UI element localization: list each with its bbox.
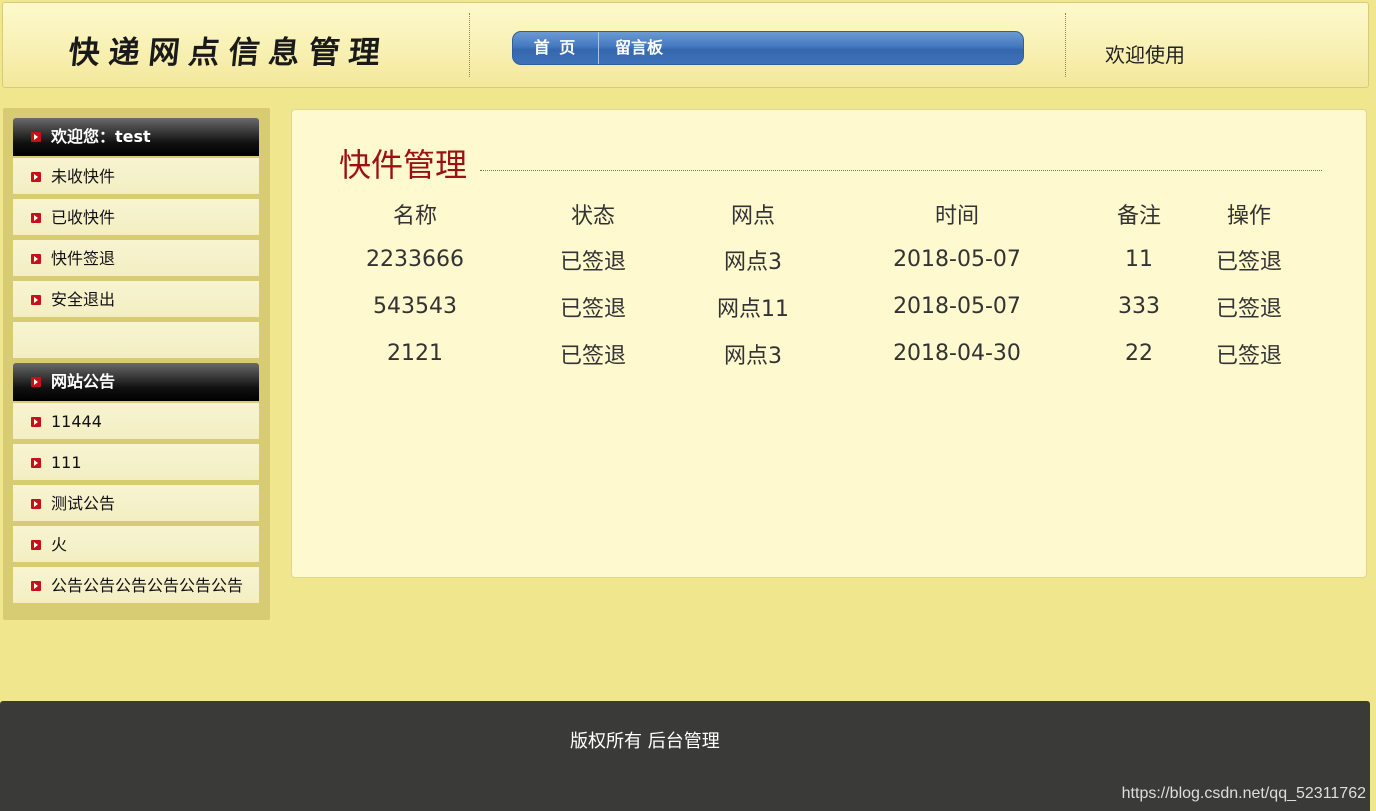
notice-item-label: 公告公告公告公告公告公告 xyxy=(51,576,244,595)
sidebar-spacer xyxy=(13,322,259,360)
arrow-bullet-icon xyxy=(31,499,41,509)
site-footer: 版权所有 后台管理 https://blog.csdn.net/qq_52311… xyxy=(0,701,1370,811)
notice-heading: 网站公告 xyxy=(13,363,259,401)
column-header-point: 网点 xyxy=(730,204,775,229)
cell-status: 已签退 xyxy=(559,296,626,322)
cell-name: 2233666 xyxy=(366,247,464,272)
table-row: 543543 已签退 网点11 2018-05-07 333 已签退 xyxy=(340,283,1324,330)
welcome-text: 欢迎使用 xyxy=(1105,43,1185,67)
cell-point: 网点3 xyxy=(724,343,782,369)
user-welcome-heading: 欢迎您：test xyxy=(13,118,259,156)
table-header-row: 名称 状态 网点 时间 备注 操作 xyxy=(340,192,1324,236)
column-header-note: 备注 xyxy=(1116,204,1161,229)
notice-item-label: 111 xyxy=(51,453,82,472)
user-welcome-label: 欢迎您：test xyxy=(51,127,151,146)
column-header-time: 时间 xyxy=(934,204,979,229)
arrow-bullet-icon xyxy=(31,213,41,223)
cell-status: 已签退 xyxy=(559,249,626,275)
arrow-bullet-icon xyxy=(31,377,41,387)
watermark-text: https://blog.csdn.net/qq_52311762 xyxy=(1121,785,1366,802)
sidebar-item-label: 快件签退 xyxy=(51,249,116,268)
cell-note: 11 xyxy=(1125,247,1153,272)
cell-action[interactable]: 已签退 xyxy=(1174,330,1324,377)
notice-item[interactable]: 火 xyxy=(13,526,259,564)
table-row: 2233666 已签退 网点3 2018-05-07 11 已签退 xyxy=(340,236,1324,283)
sidebar-item-label: 未收快件 xyxy=(51,167,116,186)
arrow-bullet-icon xyxy=(31,172,41,182)
site-header: 快递网点信息管理 首 页 留言板 欢迎使用 xyxy=(2,2,1369,88)
arrow-bullet-icon xyxy=(31,417,41,427)
cell-status: 已签退 xyxy=(559,343,626,369)
cell-note: 333 xyxy=(1118,294,1160,319)
copyright-text: 版权所有 后台管理 xyxy=(570,731,720,752)
arrow-bullet-icon xyxy=(31,132,41,142)
top-nav-bar: 首 页 留言板 xyxy=(512,31,1024,65)
cell-time: 2018-05-07 xyxy=(893,247,1021,272)
notice-item-label: 火 xyxy=(51,535,68,554)
cell-action[interactable]: 已签退 xyxy=(1174,236,1324,283)
cell-name: 543543 xyxy=(373,294,457,319)
column-header-action: 操作 xyxy=(1226,204,1271,229)
sidebar-item-signout-package[interactable]: 快件签退 xyxy=(13,240,259,278)
cell-time: 2018-05-07 xyxy=(893,294,1021,319)
main-panel: 快件管理 名称 状态 网点 时间 备注 操作 2233666 已签退 网点3 2… xyxy=(291,109,1367,578)
arrow-bullet-icon xyxy=(31,254,41,264)
table-row: 2121 已签退 网点3 2018-04-30 22 已签退 xyxy=(340,330,1324,377)
notice-item-label: 测试公告 xyxy=(51,494,116,513)
site-title: 快递网点信息管理 xyxy=(66,35,391,71)
cell-action[interactable]: 已签退 xyxy=(1174,283,1324,330)
notice-item[interactable]: 11444 xyxy=(13,403,259,441)
notice-item[interactable]: 测试公告 xyxy=(13,485,259,523)
notice-item-label: 11444 xyxy=(51,412,102,431)
title-divider xyxy=(480,170,1322,171)
arrow-bullet-icon xyxy=(31,581,41,591)
cell-point: 网点11 xyxy=(717,296,789,322)
arrow-bullet-icon xyxy=(31,295,41,305)
column-header-status: 状态 xyxy=(570,204,615,229)
notice-item[interactable]: 111 xyxy=(13,444,259,482)
sidebar-item-label: 安全退出 xyxy=(51,290,116,309)
page-title: 快件管理 xyxy=(339,146,468,184)
notice-item[interactable]: 公告公告公告公告公告公告 xyxy=(13,567,259,605)
nav-home-link[interactable]: 首 页 xyxy=(513,32,599,64)
arrow-bullet-icon xyxy=(31,540,41,550)
column-header-name: 名称 xyxy=(392,204,437,229)
header-divider xyxy=(469,13,470,77)
header-divider xyxy=(1065,13,1066,77)
sidebar-item-unreceived[interactable]: 未收快件 xyxy=(13,158,259,196)
arrow-bullet-icon xyxy=(31,458,41,468)
notice-heading-label: 网站公告 xyxy=(51,372,116,391)
cell-note: 22 xyxy=(1125,341,1153,366)
cell-name: 2121 xyxy=(387,341,443,366)
package-table: 名称 状态 网点 时间 备注 操作 2233666 已签退 网点3 2018-0… xyxy=(340,192,1324,377)
sidebar-item-label: 已收快件 xyxy=(51,208,116,227)
sidebar: 欢迎您：test 未收快件 已收快件 快件签退 安全退出 网站公告 11444 … xyxy=(3,108,270,620)
sidebar-item-logout[interactable]: 安全退出 xyxy=(13,281,259,319)
cell-time: 2018-04-30 xyxy=(893,341,1021,366)
cell-point: 网点3 xyxy=(724,249,782,275)
nav-message-board-link[interactable]: 留言板 xyxy=(599,32,663,64)
sidebar-item-received[interactable]: 已收快件 xyxy=(13,199,259,237)
